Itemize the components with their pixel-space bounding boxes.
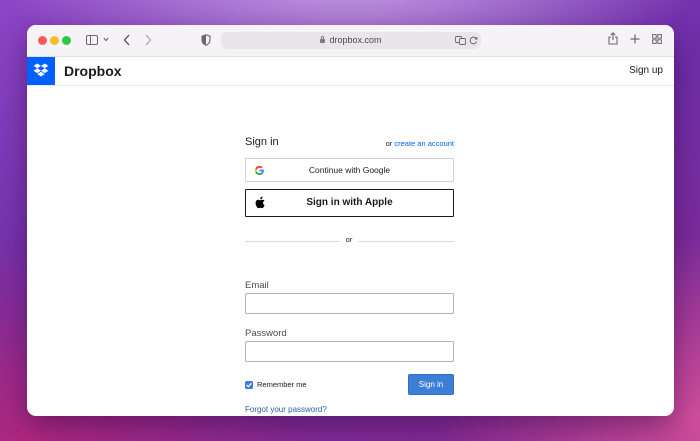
share-icon[interactable] [608, 32, 618, 45]
address-url: dropbox.com [221, 32, 481, 49]
or-separator: or [345, 235, 353, 244]
address-bar[interactable]: dropbox.com [221, 32, 481, 49]
shield-icon[interactable] [201, 34, 211, 46]
zoom-window-button[interactable] [62, 36, 71, 45]
email-input[interactable] [245, 293, 454, 314]
apple-button-label: Sign in with Apple [306, 197, 393, 208]
password-input[interactable] [245, 341, 454, 362]
remember-me-checkbox[interactable] [245, 381, 253, 389]
tab-overview-icon[interactable] [652, 34, 662, 44]
browser-window: dropbox.com Dropbox Sign up Sign in or c… [27, 25, 674, 416]
new-tab-icon[interactable] [630, 34, 640, 44]
form-title: Sign in [245, 136, 279, 148]
password-label: Password [245, 328, 287, 339]
email-label: Email [245, 280, 269, 291]
dropbox-logo[interactable] [27, 57, 55, 85]
create-account-prefix: or [385, 139, 393, 148]
checkmark-icon [246, 382, 252, 388]
remember-me-label: Remember me [257, 380, 307, 389]
sign-up-link[interactable]: Sign up [629, 57, 663, 85]
sign-in-with-apple-button[interactable]: Sign in with Apple [245, 189, 454, 217]
create-account-line: or create an account [386, 139, 454, 148]
back-icon[interactable] [123, 34, 131, 46]
dropbox-logo-icon [33, 63, 49, 77]
translate-icon[interactable] [455, 36, 466, 45]
forgot-password-link[interactable]: Forgot your password? [245, 405, 327, 414]
brand-name[interactable]: Dropbox [64, 57, 122, 85]
site-header: Dropbox Sign up [27, 57, 674, 86]
continue-with-google-button[interactable]: Continue with Google [245, 158, 454, 182]
forward-icon[interactable] [144, 34, 152, 46]
divider-right [358, 241, 454, 242]
browser-toolbar: dropbox.com [27, 25, 674, 57]
sidebar-icon[interactable] [86, 35, 98, 45]
close-window-button[interactable] [38, 36, 47, 45]
minimize-window-button[interactable] [50, 36, 59, 45]
sign-in-button[interactable]: Sign in [408, 374, 454, 395]
google-button-label: Continue with Google [308, 165, 391, 175]
divider-left [245, 241, 340, 242]
create-account-link[interactable]: create an account [394, 139, 454, 148]
chevron-down-icon[interactable] [103, 37, 109, 42]
lock-icon [320, 36, 326, 43]
reload-icon[interactable] [469, 36, 478, 45]
